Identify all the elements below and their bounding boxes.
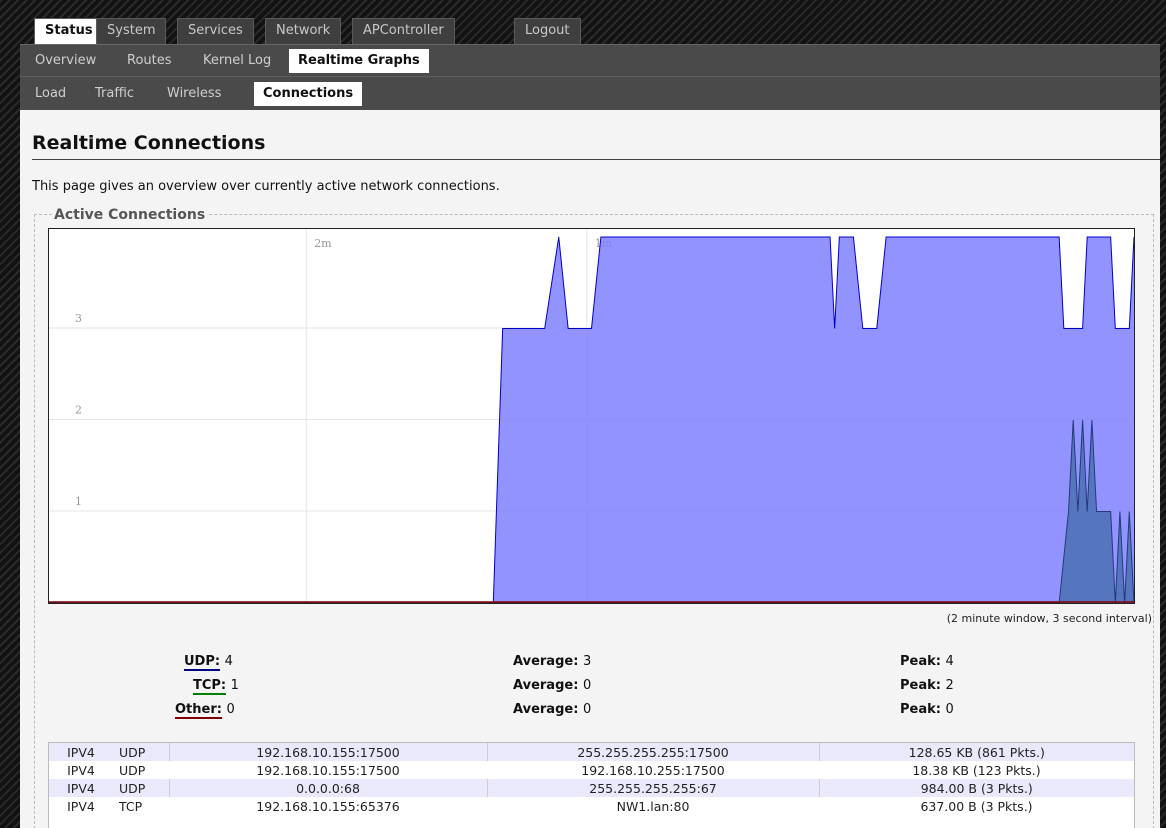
- stat-other: Other: 0: [175, 702, 235, 719]
- tcp-key: TCP:: [193, 678, 227, 695]
- udp-key: UDP:: [184, 654, 221, 671]
- cell-transfer: 984.00 B (3 Pkts.): [818, 779, 1134, 797]
- tcp-peak-value: 2: [945, 678, 954, 693]
- cell-source: 192.168.10.155:17500: [169, 761, 487, 779]
- cell-transfer: 128.65 KB (861 Pkts.): [818, 743, 1134, 761]
- table-row: IPV4 UDP 192.168.10.155:17500 192.168.10…: [49, 761, 1134, 779]
- fieldset-legend: Active Connections: [52, 207, 208, 223]
- cell-transfer: 637.00 B (3 Pkts.): [819, 797, 1134, 815]
- tab-status[interactable]: Status: [34, 18, 104, 44]
- cell-family: IPV4: [49, 743, 113, 761]
- cell-protocol: TCP: [113, 797, 169, 815]
- table-row: IPV4 TCP 192.168.10.155:65376 NW1.lan:80…: [49, 797, 1134, 815]
- other-key: Other:: [175, 702, 222, 719]
- cell-protocol: UDP: [113, 761, 169, 779]
- cell-destination: 255.255.255.255:17500: [486, 743, 819, 761]
- stat-tcp: TCP: 1: [193, 678, 239, 695]
- udp-value: 4: [224, 654, 233, 669]
- tab-apcontroller[interactable]: APController: [352, 18, 455, 44]
- other-average-label: Average:: [513, 702, 579, 717]
- tab-logout[interactable]: Logout: [514, 18, 581, 44]
- graphtab-load[interactable]: Load: [26, 82, 75, 106]
- cell-destination: 255.255.255.255:67: [486, 779, 819, 797]
- other-peak: Peak: 0: [900, 702, 954, 717]
- other-average-value: 0: [582, 702, 592, 717]
- y-tick-label: 3: [75, 312, 82, 325]
- connections-table: IPV4 UDP 192.168.10.155:17500 255.255.25…: [49, 743, 1134, 815]
- other-value: 0: [226, 702, 235, 717]
- tcp-peak-label: Peak:: [900, 678, 941, 693]
- subtab-overview[interactable]: Overview: [26, 49, 105, 73]
- cell-source: 192.168.10.155:17500: [168, 743, 487, 761]
- subtab-realtime-graphs[interactable]: Realtime Graphs: [289, 49, 429, 73]
- other-peak-value: 0: [945, 702, 954, 717]
- tcp-average: Average: 0: [513, 678, 591, 693]
- luci-frame: Status System Services Network APControl…: [20, 14, 1160, 828]
- sub-nav: Overview Routes Kernel Log Realtime Grap…: [20, 44, 1160, 76]
- tcp-average-label: Average:: [513, 678, 579, 693]
- cell-family: IPV4: [49, 797, 113, 815]
- tcp-peak: Peak: 2: [900, 678, 954, 693]
- graphtab-connections[interactable]: Connections: [254, 82, 363, 106]
- page-description: This page gives an overview over current…: [32, 179, 500, 194]
- table-row: IPV4 UDP 0.0.0.0:68 255.255.255.255:67 9…: [49, 779, 1134, 797]
- cell-family: IPV4: [49, 779, 113, 797]
- udp-peak: Peak: 4: [900, 654, 954, 669]
- tab-services[interactable]: Services: [177, 18, 254, 44]
- other-peak-label: Peak:: [900, 702, 941, 717]
- cell-protocol: UDP: [113, 743, 169, 761]
- subtab-kernel-log[interactable]: Kernel Log: [194, 49, 280, 73]
- connections-table-container: IPV4 UDP 192.168.10.155:17500 255.255.25…: [48, 742, 1135, 828]
- tcp-average-value: 0: [582, 678, 592, 693]
- connections-graph: 1232m1m: [48, 228, 1135, 604]
- udp-average: Average: 3: [513, 654, 591, 669]
- udp-peak-label: Peak:: [900, 654, 941, 669]
- table-row: IPV4 UDP 192.168.10.155:17500 255.255.25…: [49, 743, 1134, 761]
- y-tick-label: 2: [75, 404, 82, 417]
- tcp-value: 1: [230, 678, 239, 693]
- cell-destination: NW1.lan:80: [487, 797, 819, 815]
- main-content: Realtime Connections This page gives an …: [20, 110, 1160, 828]
- y-tick-label: 1: [75, 495, 82, 508]
- cell-family: IPV4: [49, 761, 113, 779]
- subtab-routes[interactable]: Routes: [118, 49, 181, 73]
- udp-peak-value: 4: [945, 654, 954, 669]
- stat-udp: UDP: 4: [184, 654, 233, 671]
- graphtab-wireless[interactable]: Wireless: [158, 82, 230, 106]
- cell-destination: 192.168.10.255:17500: [487, 761, 819, 779]
- udp-average-label: Average:: [513, 654, 579, 669]
- cell-protocol: UDP: [113, 779, 169, 797]
- cell-transfer: 18.38 KB (123 Pkts.): [819, 761, 1134, 779]
- cell-source: 192.168.10.155:65376: [169, 797, 487, 815]
- window-note: (2 minute window, 3 second interval): [946, 612, 1152, 625]
- udp-average-value: 3: [582, 654, 592, 669]
- tab-system[interactable]: System: [96, 18, 167, 44]
- graphtab-traffic[interactable]: Traffic: [86, 82, 143, 106]
- x-tick-label: 2m: [314, 237, 332, 250]
- cell-source: 0.0.0.0:68: [168, 779, 487, 797]
- title-divider: [32, 159, 1160, 160]
- tab-network[interactable]: Network: [265, 18, 342, 44]
- other-average: Average: 0: [513, 702, 591, 717]
- graph-nav: Load Traffic Wireless Connections: [20, 76, 1160, 110]
- page-title: Realtime Connections: [32, 132, 266, 154]
